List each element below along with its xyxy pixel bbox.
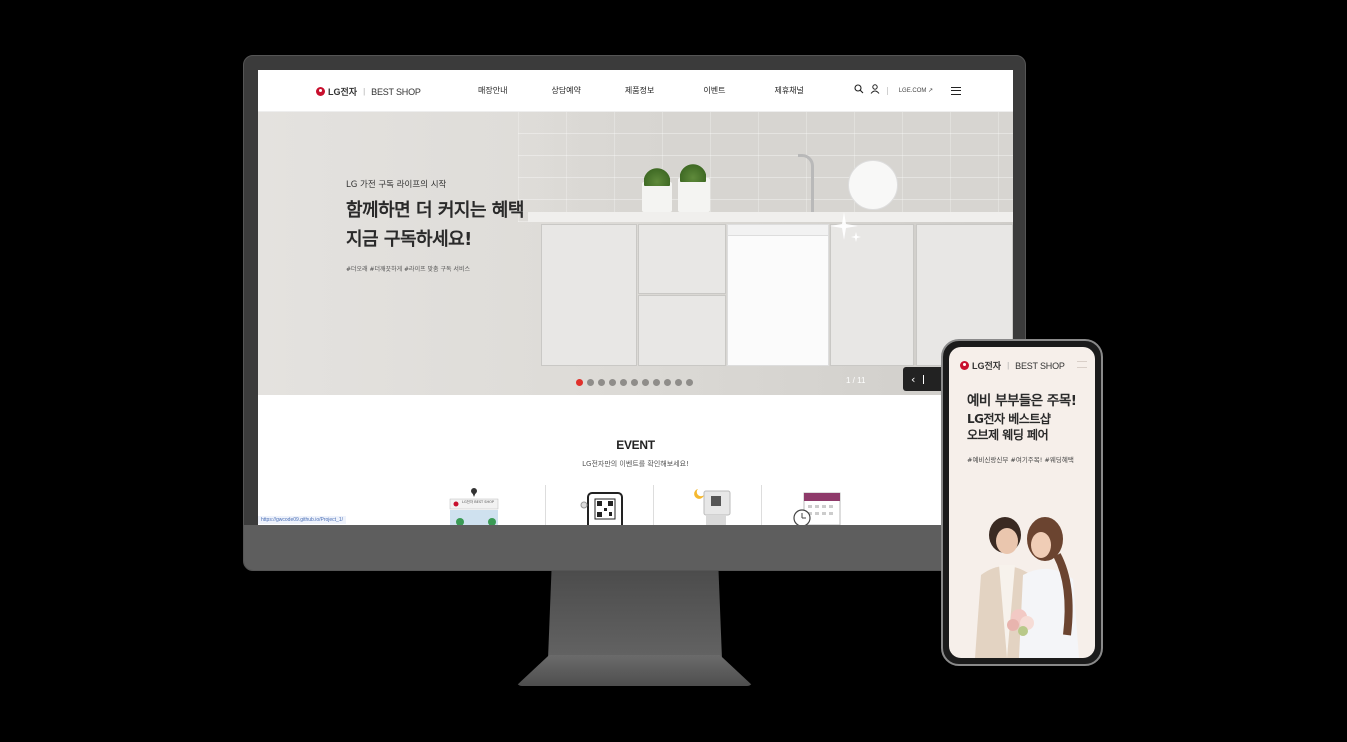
- mobile-title-line1: 예비 부부들은 주목!: [967, 393, 1077, 409]
- desktop-monitor: LG전자 | BEST SHOP 매장안내 상담예약 제품정보 이벤트 제휴채널: [243, 55, 1026, 571]
- mobile-logo[interactable]: LG전자 | BEST SHOP: [960, 359, 1065, 372]
- event-item-kiosk[interactable]: [654, 485, 762, 525]
- slide-dot-8[interactable]: [653, 379, 660, 386]
- lg-logo-icon: [960, 361, 969, 370]
- cabinet-drawer: [638, 224, 726, 294]
- mobile-title-line2: LG전자 베스트샵: [967, 412, 1051, 426]
- site-header: LG전자 | BEST SHOP 매장안내 상담예약 제품정보 이벤트 제휴채널: [258, 70, 1013, 112]
- user-icon[interactable]: [870, 84, 880, 97]
- main-nav: 매장안내 상담예약 제품정보 이벤트 제휴채널: [478, 85, 804, 96]
- site-logo[interactable]: LG전자 | BEST SHOP: [316, 85, 421, 98]
- prev-slide-button[interactable]: ‹: [911, 373, 915, 386]
- store-sign-text: LG전자 BEST SHOP: [462, 500, 495, 504]
- event-item-calendar[interactable]: [762, 485, 870, 525]
- slide-dot-2[interactable]: [587, 379, 594, 386]
- event-icon-list: LG전자 BEST SHOP: [438, 485, 870, 525]
- slide-controls: ‹: [903, 367, 943, 391]
- logo-brand: LG전자: [328, 87, 358, 97]
- slide-dot-6[interactable]: [631, 379, 638, 386]
- logo-shop: BEST SHOP: [371, 86, 421, 97]
- lg-logo-icon: [316, 87, 325, 96]
- store-building-icon: [449, 488, 499, 525]
- event-section-subtitle: LG전자만의 이벤트를 확인해보세요!: [582, 460, 689, 468]
- device-mockup-stage: LG전자 | BEST SHOP 매장안내 상담예약 제품정보 이벤트 제휴채널: [0, 0, 1347, 742]
- nav-item-products[interactable]: 제품정보: [625, 85, 654, 96]
- desktop-screen: LG전자 | BEST SHOP 매장안내 상담예약 제품정보 이벤트 제휴채널: [258, 70, 1013, 525]
- mobile-title-line3: 오브제 웨딩 페어: [967, 428, 1049, 442]
- kitchen-wall-tiles: [518, 112, 1013, 222]
- slide-dot-10[interactable]: [675, 379, 682, 386]
- monitor-stand-base: [516, 655, 753, 686]
- mobile-menu-icon[interactable]: [1077, 361, 1087, 368]
- monitor-stand-neck: [548, 571, 722, 659]
- mobile-header: LG전자 | BEST SHOP: [949, 347, 1095, 375]
- pause-slide-button[interactable]: [923, 374, 925, 384]
- qr-phone-icon: [580, 492, 623, 525]
- browser-status-url: https://gwcode09.github.io/Project_1/: [258, 516, 346, 524]
- plant-pot-illustration: [642, 164, 672, 212]
- tools-separator: |: [886, 86, 889, 95]
- slide-dot-11[interactable]: [686, 379, 693, 386]
- hero-title: 함께하면 더 커지는 혜택 지금 구독하세요!: [346, 196, 524, 254]
- slide-dot-9[interactable]: [664, 379, 671, 386]
- cabinet-drawer: [638, 295, 726, 366]
- slide-dot-5[interactable]: [620, 379, 627, 386]
- sparkle-icon: [830, 212, 861, 242]
- slide-page-indicator: 1 / 11: [846, 376, 866, 385]
- mobile-hashtags: #예비신랑신부 #여기주목! #웨딩혜택: [967, 456, 1074, 464]
- slide-dot-7[interactable]: [642, 379, 649, 386]
- faucet-illustration: [798, 154, 814, 212]
- header-tools: | LGE.COM ↗: [854, 84, 962, 97]
- logo-shop: BEST SHOP: [1015, 360, 1065, 371]
- nav-item-consult[interactable]: 상담예약: [551, 85, 580, 96]
- kitchen-counter: [528, 212, 1013, 222]
- plate-illustration: [848, 160, 898, 210]
- calendar-clock-icon: [793, 492, 841, 525]
- plant-pot-illustration: [678, 160, 710, 212]
- event-item-store[interactable]: LG전자 BEST SHOP: [438, 485, 546, 525]
- logo-separator: |: [1007, 361, 1010, 370]
- slide-dot-4[interactable]: [609, 379, 616, 386]
- slide-dot-3[interactable]: [598, 379, 605, 386]
- logo-separator: |: [363, 87, 366, 96]
- slide-dot-1[interactable]: [576, 379, 583, 386]
- wedding-couple-image: [975, 517, 1079, 658]
- nav-item-store[interactable]: 매장안내: [478, 85, 507, 96]
- hero-hashtags: #더오래 #더깨끗하게 #라이프 맞춤 구독 서비스: [346, 266, 470, 273]
- mobile-screen: LG전자 | BEST SHOP 예비 부부들은 주목! LG전자 베스트샵 오…: [949, 347, 1095, 658]
- dishwasher-product-image: [727, 224, 829, 366]
- logo-brand: LG전자: [972, 361, 1002, 371]
- hero-subtitle: LG 가전 구독 라이프의 시작: [346, 180, 447, 190]
- cabinet: [541, 224, 637, 366]
- event-section-title: EVENT: [616, 438, 655, 452]
- kiosk-icon: [694, 489, 731, 525]
- mobile-title: LG전자 베스트샵 오브제 웨딩 페어: [967, 411, 1051, 443]
- nav-item-event[interactable]: 이벤트: [703, 85, 725, 96]
- search-icon[interactable]: [854, 84, 864, 97]
- event-item-qr[interactable]: [546, 485, 654, 525]
- hero-slider: LG 가전 구독 라이프의 시작 함께하면 더 커지는 혜택 지금 구독하세요!…: [258, 112, 1013, 395]
- nav-item-partners[interactable]: 제휴채널: [774, 85, 803, 96]
- slide-pagination-dots: [576, 379, 693, 386]
- hamburger-menu-icon[interactable]: [951, 86, 962, 95]
- monitor-chin: [244, 525, 1025, 570]
- hero-title-line2: 지금 구독하세요!: [346, 229, 472, 250]
- hero-title-line1: 함께하면 더 커지는 혜택: [346, 200, 524, 221]
- lge-com-link[interactable]: LGE.COM ↗: [899, 87, 933, 94]
- mobile-phone: LG전자 | BEST SHOP 예비 부부들은 주목! LG전자 베스트샵 오…: [941, 339, 1103, 666]
